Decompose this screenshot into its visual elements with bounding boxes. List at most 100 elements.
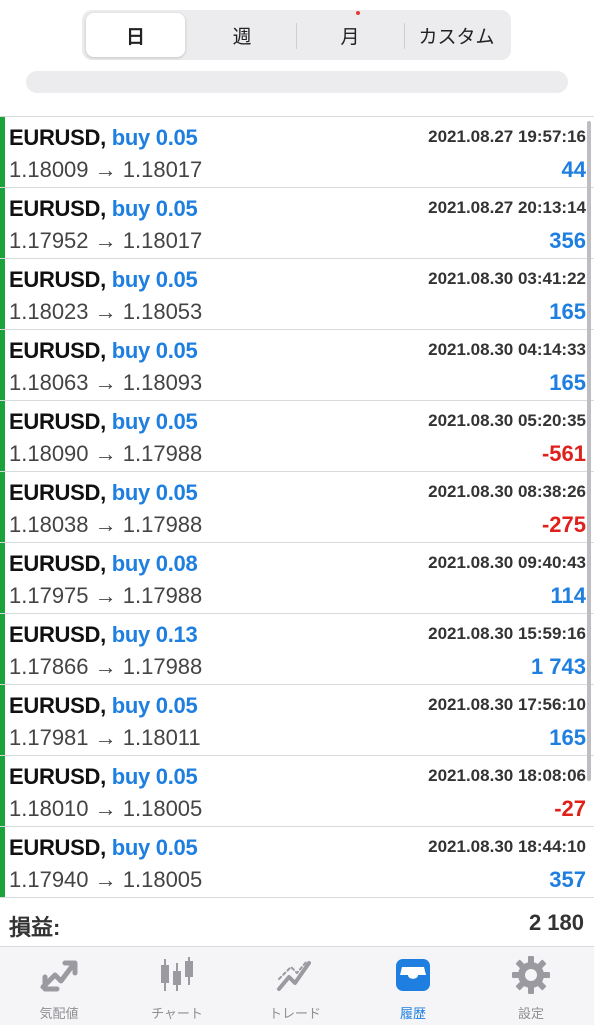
trade-row[interactable]: EURUSD, buy 0.05 2021.08.30 17:56:10 1.179… bbox=[0, 685, 594, 756]
summary-value: 2 180 bbox=[528, 910, 584, 935]
segment-custom[interactable]: カスタム bbox=[406, 13, 507, 57]
trade-prices: 1.18038 → 1.17988 bbox=[9, 512, 203, 537]
trade-profit: 356 bbox=[549, 228, 586, 253]
trade-side-volume: buy 0.05 bbox=[111, 409, 198, 434]
trade-time: 2021.08.30 18:44:10 bbox=[428, 837, 586, 856]
trade-time: 2021.08.30 09:40:43 bbox=[428, 553, 586, 572]
candlestick-chart-icon bbox=[161, 957, 193, 991]
symbol-name: EURUSD, bbox=[9, 196, 106, 221]
trade-profit: -275 bbox=[541, 512, 586, 537]
trade-prices: 1.17981 → 1.18011 bbox=[9, 725, 201, 750]
trade-symbol: EURUSD, buy 0.05 bbox=[9, 338, 198, 364]
tab-label: 設定 bbox=[517, 1006, 544, 1021]
row-indicator bbox=[0, 543, 5, 613]
trade-side-volume: buy 0.05 bbox=[111, 693, 198, 718]
tab-quotes[interactable]: 気配値 bbox=[0, 947, 118, 1025]
trade-side-volume: buy 0.05 bbox=[111, 835, 198, 860]
segment-divider bbox=[296, 23, 297, 49]
trade-row[interactable]: EURUSD, buy 0.05 2021.08.30 03:41:22 1.180… bbox=[0, 259, 594, 330]
row-indicator bbox=[0, 188, 5, 258]
profit-summary: 損益: 2 180 bbox=[0, 901, 594, 946]
trade-time: 2021.08.27 20:13:14 bbox=[428, 198, 586, 217]
trade-prices: 1.18009 → 1.18017 bbox=[9, 157, 203, 182]
trade-row[interactable]: EURUSD, buy 0.05 2021.08.30 05:20:35 1.180… bbox=[0, 401, 594, 472]
trade-profit: 44 bbox=[561, 157, 586, 182]
trade-history-list: EURUSD, buy 0.05 2021.08.27 19:57:16 1.180… bbox=[0, 116, 594, 898]
trade-profit: -561 bbox=[541, 441, 586, 466]
symbol-name: EURUSD, bbox=[9, 480, 106, 505]
trade-row[interactable]: EURUSD, buy 0.05 2021.08.27 19:57:16 1.180… bbox=[0, 117, 594, 188]
trade-profit: 114 bbox=[550, 583, 587, 608]
tab-label: トレード bbox=[268, 1006, 321, 1021]
symbol-name: EURUSD, bbox=[9, 764, 106, 789]
trade-row[interactable]: EURUSD, buy 0.05 2021.08.30 18:08:06 1.180… bbox=[0, 756, 594, 827]
trade-time: 2021.08.30 15:59:16 bbox=[428, 624, 586, 643]
loading-bar bbox=[26, 71, 568, 93]
trade-profit: 357 bbox=[549, 867, 586, 892]
trade-profit: 1 743 bbox=[530, 654, 586, 679]
row-indicator bbox=[0, 117, 5, 187]
symbol-name: EURUSD, bbox=[9, 551, 106, 576]
trade-side-volume: buy 0.05 bbox=[111, 480, 198, 505]
trade-prices: 1.17866 → 1.17988 bbox=[9, 654, 203, 679]
symbol-name: EURUSD, bbox=[9, 338, 106, 363]
segment-divider bbox=[404, 23, 405, 49]
trade-symbol: EURUSD, buy 0.05 bbox=[9, 693, 198, 719]
trade-side-volume: buy 0.13 bbox=[111, 622, 198, 647]
scrollbar[interactable] bbox=[587, 121, 591, 781]
summary-label: 損益: bbox=[9, 915, 61, 940]
trade-row[interactable]: EURUSD, buy 0.05 2021.08.30 04:14:33 1.180… bbox=[0, 330, 594, 401]
trade-side-volume: buy 0.08 bbox=[111, 551, 198, 576]
quotes-arrows-icon bbox=[40, 960, 78, 992]
trade-time: 2021.08.30 05:20:35 bbox=[428, 411, 586, 430]
trade-row[interactable]: EURUSD, buy 0.05 2021.08.30 08:38:26 1.180… bbox=[0, 472, 594, 543]
trade-prices: 1.18010 → 1.18005 bbox=[9, 796, 203, 821]
trade-row[interactable]: EURUSD, buy 0.05 2021.08.30 18:44:10 1.179… bbox=[0, 827, 594, 898]
trade-symbol: EURUSD, buy 0.05 bbox=[9, 409, 198, 435]
trade-symbol: EURUSD, buy 0.05 bbox=[9, 835, 198, 861]
tab-settings[interactable]: 設定 bbox=[472, 947, 590, 1025]
trade-prices: 1.18090 → 1.17988 bbox=[9, 441, 203, 466]
row-indicator bbox=[0, 685, 5, 755]
symbol-name: EURUSD, bbox=[9, 693, 106, 718]
trade-time: 2021.08.27 19:57:16 bbox=[428, 127, 586, 146]
row-indicator bbox=[0, 259, 5, 329]
row-indicator bbox=[0, 472, 5, 542]
trade-time: 2021.08.30 18:08:06 bbox=[428, 766, 586, 785]
tab-chart[interactable]: チャート bbox=[118, 947, 236, 1025]
trade-prices: 1.18063 → 1.18093 bbox=[9, 370, 203, 395]
trade-symbol: EURUSD, buy 0.08 bbox=[9, 551, 198, 577]
trade-side-volume: buy 0.05 bbox=[111, 267, 198, 292]
period-segmented-control: 日 週 月 カスタム bbox=[82, 10, 511, 60]
symbol-name: EURUSD, bbox=[9, 409, 106, 434]
bottom-tab-bar: 気配値 チャート トレード 履歴 設定 bbox=[0, 946, 594, 1025]
row-indicator bbox=[0, 614, 5, 684]
trade-prices: 1.18023 → 1.18053 bbox=[9, 299, 203, 324]
trade-side-volume: buy 0.05 bbox=[111, 196, 198, 221]
trade-row[interactable]: EURUSD, buy 0.13 2021.08.30 15:59:16 1.178… bbox=[0, 614, 594, 685]
segment-week[interactable]: 週 bbox=[190, 13, 294, 57]
trade-prices: 1.17975 → 1.17988 bbox=[9, 583, 203, 608]
history-inbox-icon bbox=[396, 959, 430, 991]
trade-chart-icon bbox=[277, 960, 311, 991]
row-indicator bbox=[0, 827, 5, 897]
notification-dot bbox=[356, 11, 360, 15]
symbol-name: EURUSD, bbox=[9, 267, 106, 292]
tab-trade[interactable]: トレード bbox=[236, 947, 354, 1025]
trade-row[interactable]: EURUSD, buy 0.05 2021.08.27 20:13:14 1.179… bbox=[0, 188, 594, 259]
symbol-name: EURUSD, bbox=[9, 622, 106, 647]
trade-time: 2021.08.30 17:56:10 bbox=[428, 695, 586, 714]
gear-icon bbox=[512, 956, 550, 994]
trade-symbol: EURUSD, buy 0.05 bbox=[9, 196, 198, 222]
trade-time: 2021.08.30 03:41:22 bbox=[428, 269, 586, 288]
tab-history[interactable]: 履歴 bbox=[354, 947, 472, 1025]
trade-symbol: EURUSD, buy 0.05 bbox=[9, 267, 198, 293]
segment-month[interactable]: 月 bbox=[298, 13, 402, 57]
trade-symbol: EURUSD, buy 0.05 bbox=[9, 480, 198, 506]
row-indicator bbox=[0, 330, 5, 400]
trade-side-volume: buy 0.05 bbox=[111, 125, 198, 150]
tab-label: 気配値 bbox=[39, 1006, 79, 1021]
trade-symbol: EURUSD, buy 0.13 bbox=[9, 622, 198, 648]
segment-day[interactable]: 日 bbox=[86, 13, 185, 57]
trade-row[interactable]: EURUSD, buy 0.08 2021.08.30 09:40:43 1.179… bbox=[0, 543, 594, 614]
